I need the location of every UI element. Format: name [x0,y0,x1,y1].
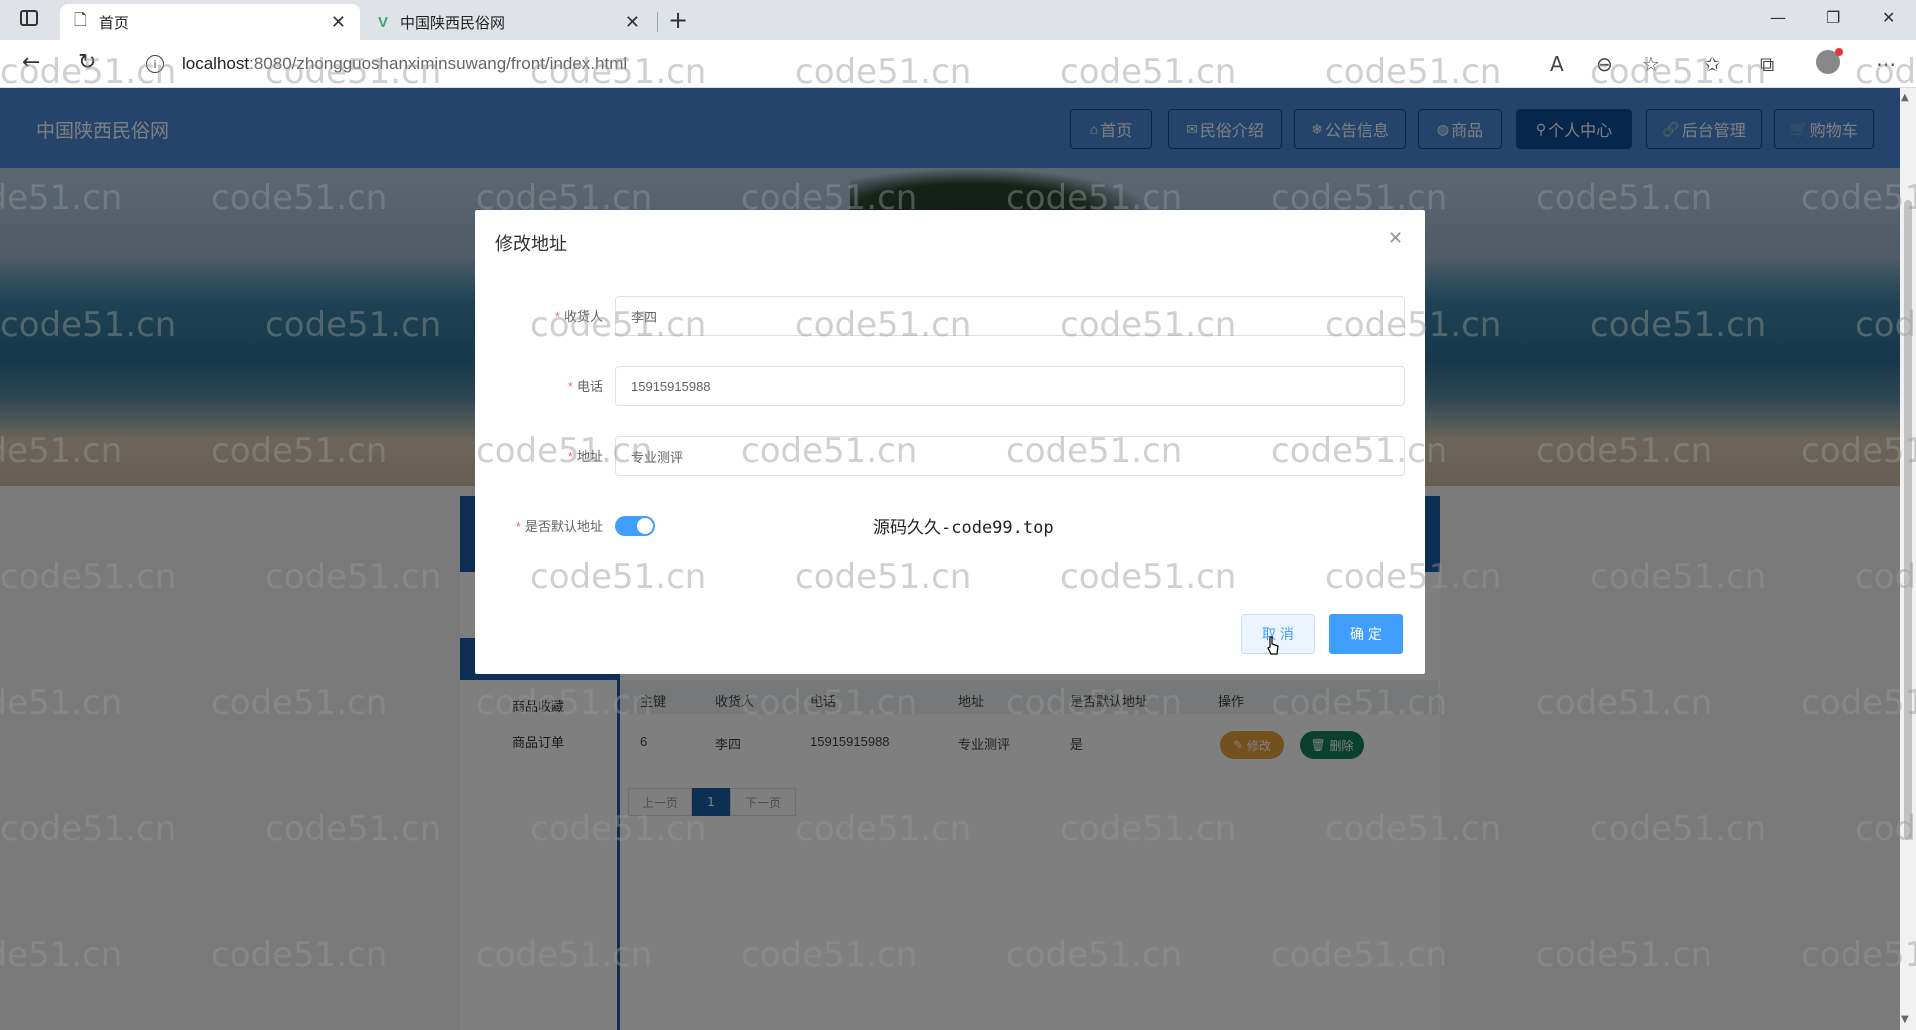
browser-tab-bar: 🗋 首页 ✕ V 中国陕西民俗网 ✕ + — ❐ ✕ [0,0,1916,40]
tab-divider [657,12,658,32]
favorites-icon[interactable]: ✩ [1704,52,1721,76]
more-icon[interactable]: ⋯ [1876,52,1896,76]
confirm-button[interactable]: 确 定 [1329,614,1403,654]
sidebar-toggle-icon[interactable] [20,10,38,26]
scroll-up-icon[interactable]: ▲ [1901,92,1909,103]
url-host: localhost [182,54,250,73]
favorite-icon[interactable]: ☆ [1642,52,1660,76]
zoom-icon[interactable]: ⊖ [1596,52,1613,76]
phone-label-text: 电话 [576,379,603,394]
close-icon[interactable]: ✕ [331,12,346,33]
read-aloud-icon[interactable]: A [1550,52,1564,76]
close-icon[interactable]: ✕ [625,12,640,33]
back-icon[interactable]: ← [22,50,40,75]
close-icon[interactable]: ✕ [1388,228,1403,249]
info-icon[interactable]: i [146,55,164,73]
url-path: :8080/zhongguoshanximinsuwang/front/inde… [249,54,628,73]
receiver-label-text: 收货人 [563,309,603,324]
minimize-icon[interactable]: — [1770,8,1786,27]
scroll-down-icon[interactable]: ▼ [1901,1014,1909,1025]
scrollbar-thumb[interactable] [1904,200,1912,840]
pointer-cursor-icon [1267,636,1279,655]
address-bar-row: ← ↻ i localhost:8080/zhongguoshanximinsu… [0,40,1916,88]
notification-dot [1835,48,1843,56]
tab-title: 首页 [98,14,129,32]
address-input[interactable]: 专业测评 [615,436,1405,476]
address-label: * 地址 [567,449,603,464]
address-label-text: 地址 [576,449,603,464]
tab-home[interactable]: 🗋 首页 ✕ [60,4,360,40]
default-address-switch[interactable] [615,516,655,536]
receiver-label: * 收货人 [554,309,603,324]
phone-input[interactable]: 15915915988 [615,366,1405,406]
edit-address-dialog: 修改地址 ✕ * 收货人 李四 * 电话 15915915988 * 地址 专业测评 … [475,210,1425,674]
collections-icon[interactable]: ⧉ [1760,52,1774,76]
new-tab-icon[interactable]: + [668,6,688,34]
page-icon: 🗋 [74,11,87,29]
restore-icon[interactable]: ❐ [1826,8,1840,27]
switch-knob [637,518,653,534]
phone-label: * 电话 [567,379,603,394]
tab-site[interactable]: V 中国陕西民俗网 ✕ [364,4,654,40]
window-close-icon[interactable]: ✕ [1882,8,1895,27]
url-text: localhost:8080/zhongguoshanximinsuwang/f… [182,54,627,74]
source-note: 源码久久-code99.top [873,518,1054,538]
url-field[interactable]: i localhost:8080/zhongguoshanximinsuwang… [124,47,1664,81]
tab-title: 中国陕西民俗网 [400,14,506,32]
default-label-text: 是否默认地址 [524,519,603,534]
receiver-input[interactable]: 李四 [615,296,1405,336]
dialog-title: 修改地址 [495,234,567,254]
vue-logo-icon: V [378,13,389,31]
reload-icon[interactable]: ↻ [78,50,96,75]
default-address-label: * 是否默认地址 [515,519,603,534]
